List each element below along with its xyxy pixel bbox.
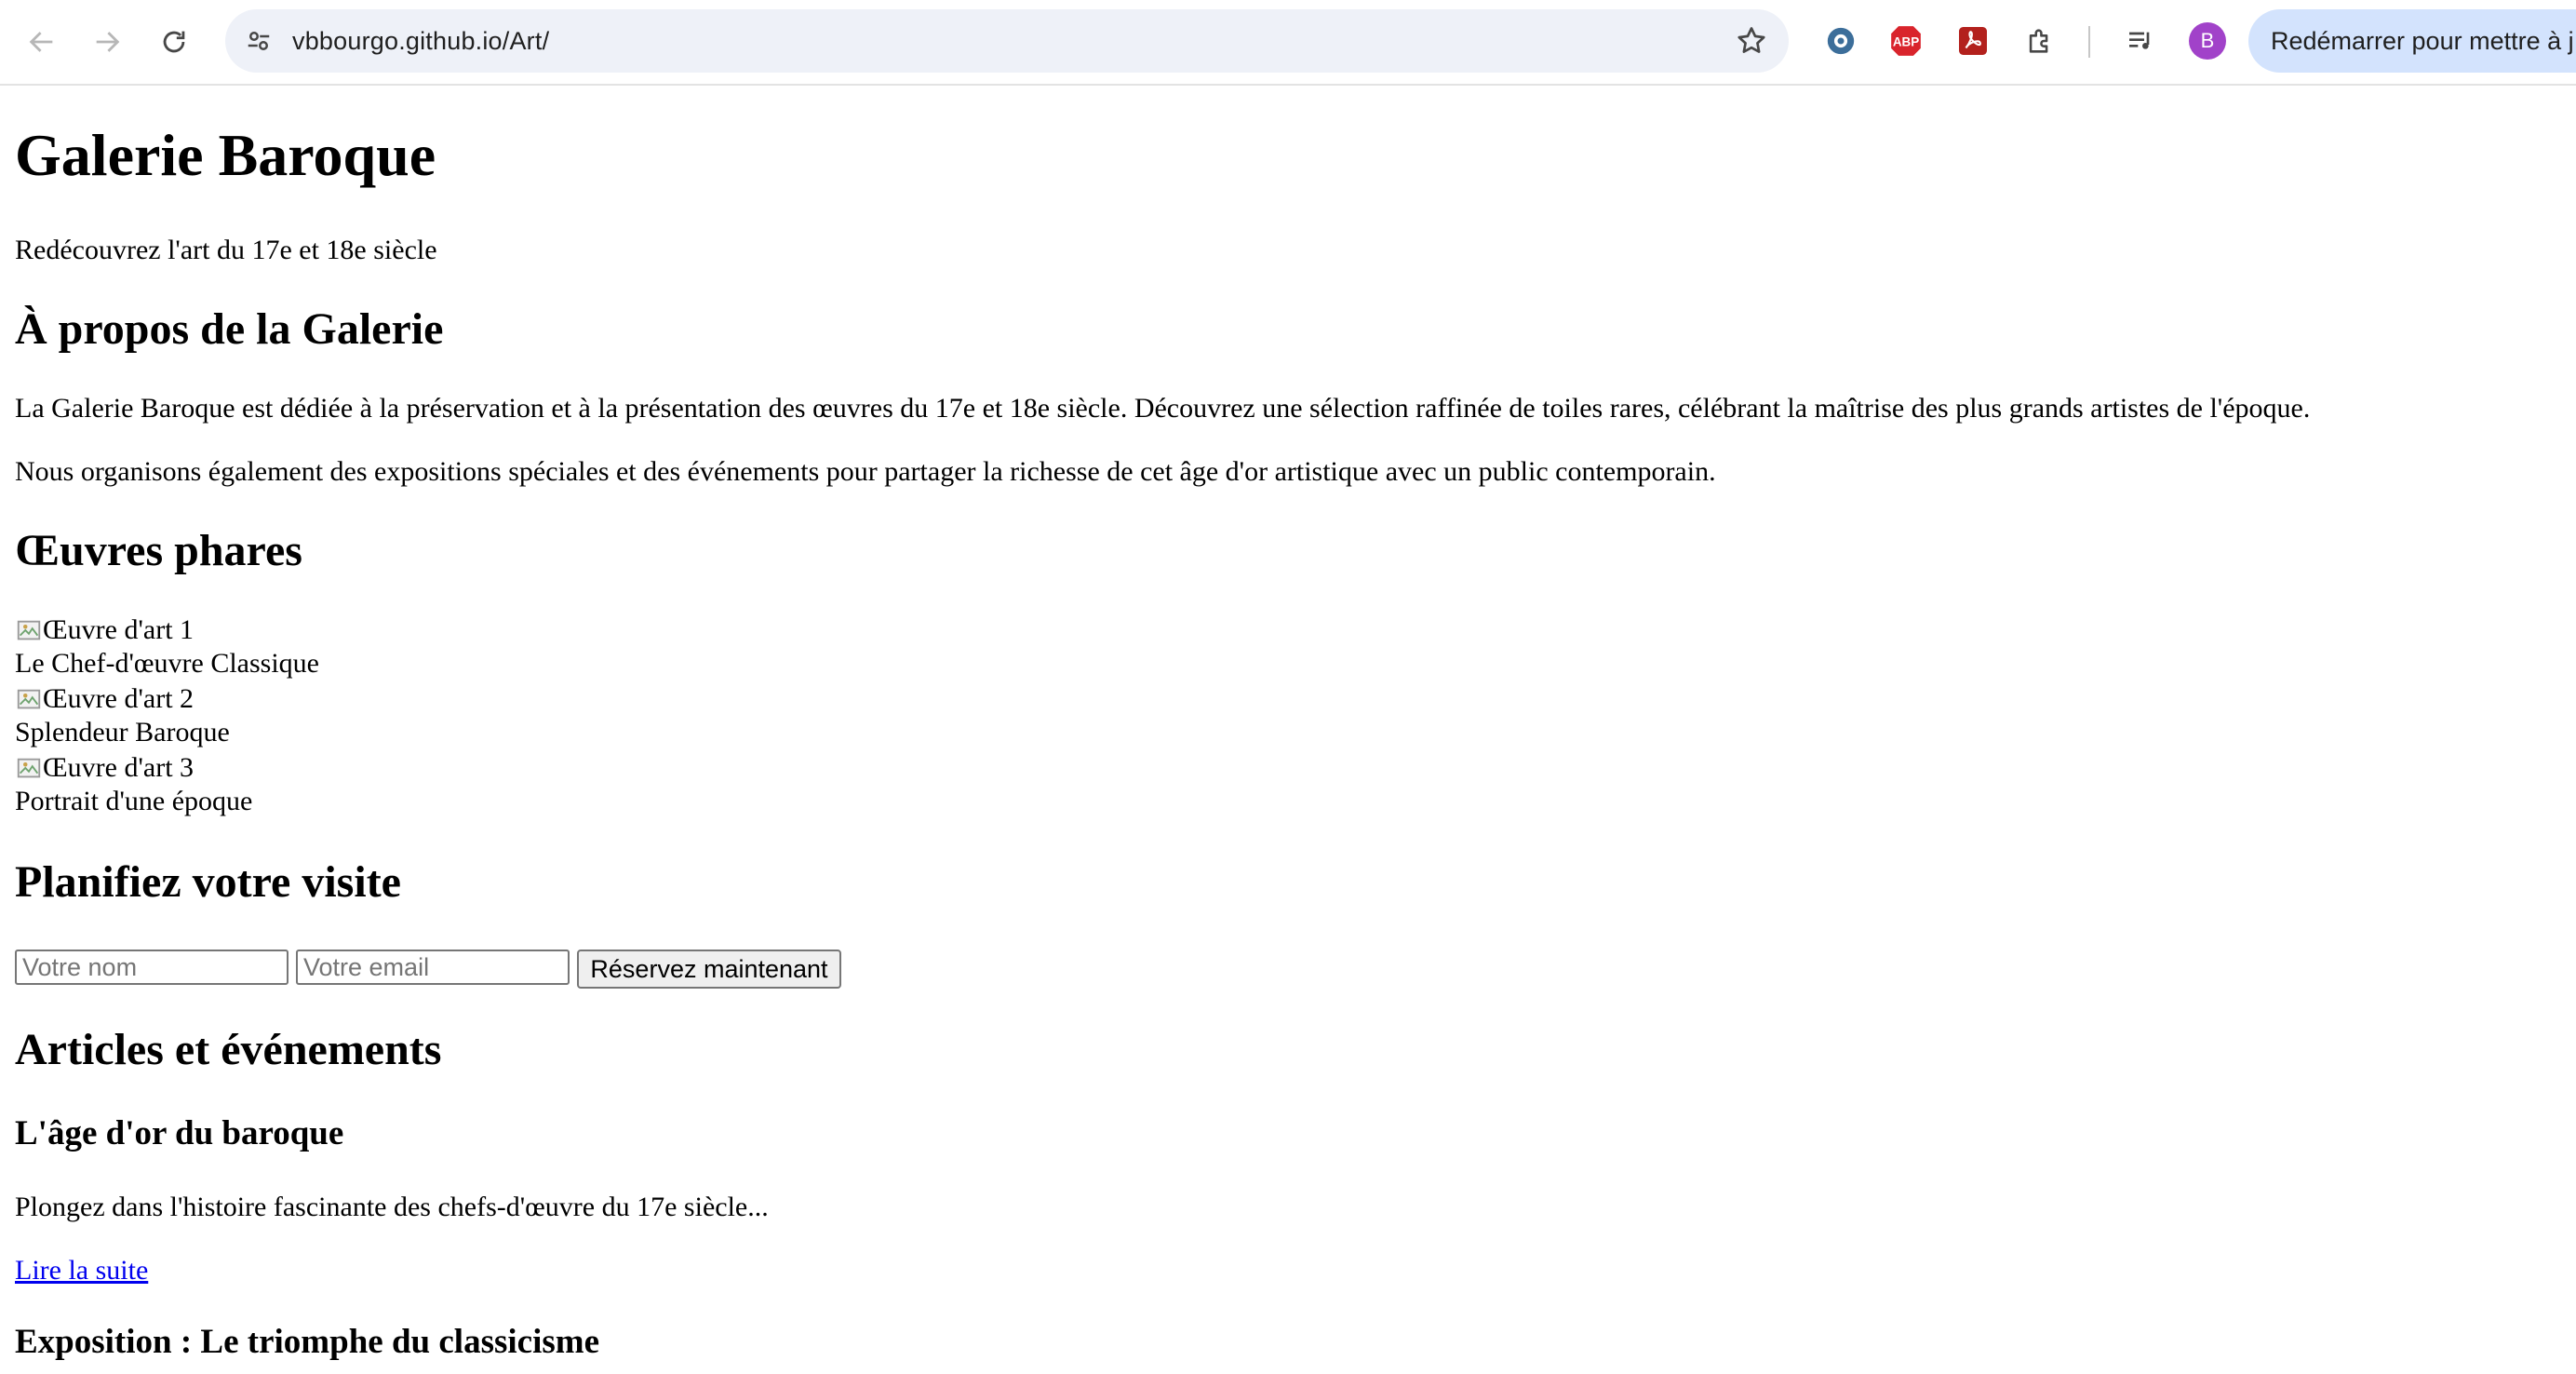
article-excerpt-1: Plongez dans l'histoire fascinante des c… (15, 1192, 769, 1222)
broken-image-icon (15, 754, 43, 782)
page-subtitle: Redécouvrez l'art du 17e et 18e siècle (15, 235, 437, 265)
url-text[interactable]: vbbourgo.github.io/Art/ (292, 9, 549, 73)
site-info-button[interactable] (238, 20, 279, 61)
browser-toolbar: vbbourgo.github.io/Art/ ABP B Redémarrer… (0, 0, 2576, 86)
artwork-image-1: Œuvre d'art 1 (15, 614, 194, 646)
profile-avatar[interactable]: B (2189, 22, 2226, 60)
reserve-button[interactable]: Réservez maintenant (577, 950, 841, 989)
artwork-caption-2: Splendeur Baroque (15, 717, 230, 748)
articles-heading: Articles et événements (15, 1025, 442, 1074)
about-paragraph-2: Nous organisons également des exposition… (15, 456, 1716, 487)
forward-button[interactable] (86, 20, 128, 63)
back-arrow-icon (29, 32, 53, 52)
media-queue-icon[interactable] (2122, 22, 2159, 60)
about-heading: À propos de la Galerie (15, 304, 444, 354)
artwork-image-3: Œuvre d'art 3 (15, 752, 194, 784)
bookmark-star-icon[interactable] (1735, 24, 1768, 58)
pdf-icon[interactable] (1954, 22, 1992, 60)
forward-arrow-icon (96, 32, 120, 52)
reload-icon (163, 31, 185, 53)
email-input[interactable] (296, 950, 570, 985)
article-title-2: Exposition : Le triomphe du classicisme (15, 1323, 599, 1361)
read-more-link[interactable]: Lire la suite (15, 1255, 148, 1286)
toolbar-divider (2088, 26, 2090, 58)
back-button[interactable] (20, 20, 63, 63)
ext-puzzle-bubble-icon[interactable] (1822, 22, 1859, 60)
page-title: Galerie Baroque (15, 122, 436, 188)
visit-heading: Planifiez votre visite (15, 857, 401, 907)
extensions-icon[interactable] (2021, 22, 2059, 60)
artwork-alt-text: Œuvre d'art 3 (43, 752, 195, 783)
about-paragraph-1: La Galerie Baroque est dédiée à la prése… (15, 393, 2311, 424)
name-input[interactable] (15, 950, 288, 985)
reload-button[interactable] (153, 20, 195, 63)
artwork-alt-text: Œuvre d'art 2 (43, 683, 195, 714)
artwork-caption-3: Portrait d'une époque (15, 786, 253, 816)
artwork-caption-1: Le Chef-d'œuvre Classique (15, 648, 319, 679)
restart-to-update-button[interactable]: Redémarrer pour mettre à j (2248, 9, 2576, 73)
adblock-plus-icon[interactable]: ABP (1887, 22, 1925, 60)
artwork-alt-text: Œuvre d'art 1 (43, 614, 195, 645)
article-title-1: L'âge d'or du baroque (15, 1114, 344, 1152)
featured-heading: Œuvres phares (15, 526, 302, 575)
svg-text:ABP: ABP (1893, 35, 1919, 49)
site-settings-icon (248, 32, 270, 50)
broken-image-icon (15, 616, 43, 644)
artwork-image-2: Œuvre d'art 2 (15, 683, 194, 715)
address-bar[interactable]: vbbourgo.github.io/Art/ (225, 9, 1789, 73)
broken-image-icon (15, 685, 43, 713)
